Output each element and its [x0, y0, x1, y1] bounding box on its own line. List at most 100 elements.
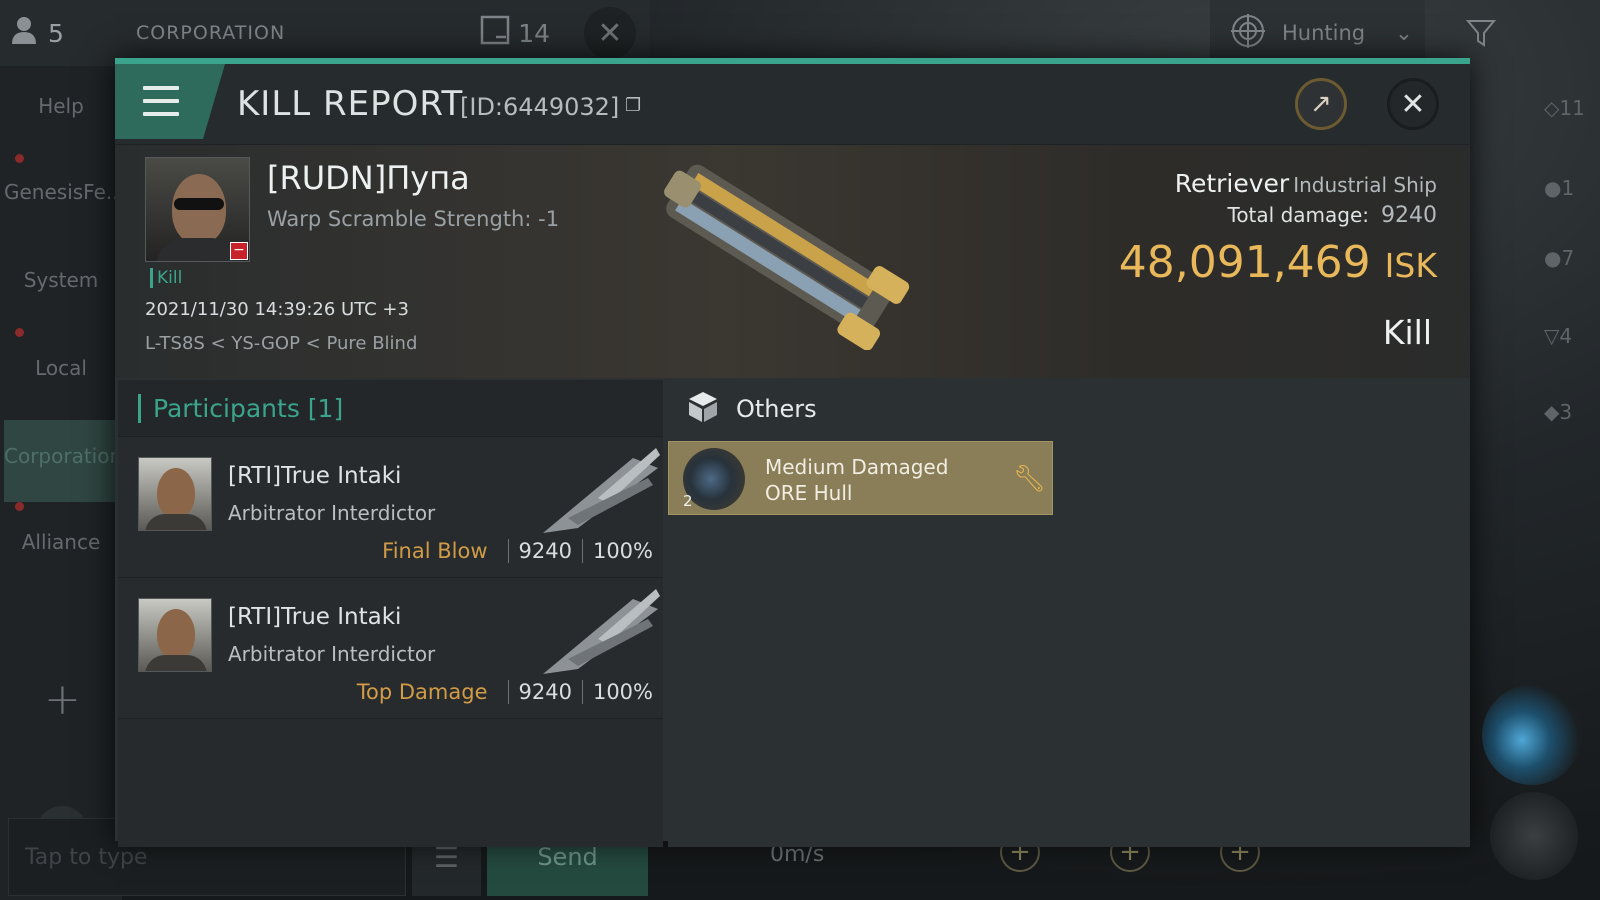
divider	[507, 680, 509, 704]
participants-title: Participants [1]	[138, 393, 343, 423]
status-counter[interactable]: ●7	[1544, 246, 1574, 270]
member-count-value: 5	[48, 18, 64, 48]
sidebar-item-genesis[interactable]: GenesisFe...	[0, 180, 125, 204]
hunting-label: Hunting	[1282, 21, 1366, 45]
participant-row[interactable]: [RTI]True Intaki Arbitrator Interdictor …	[118, 437, 663, 578]
external-link-icon: ↗	[1310, 89, 1332, 119]
participant-stats: Final Blow 9240 100%	[382, 539, 653, 563]
final-blow-tag: Final Blow	[382, 539, 488, 563]
item-name-line2: ORE Hull	[765, 481, 853, 505]
message-counter[interactable]: 14	[480, 15, 550, 51]
participant-stats: Top Damage 9240 100%	[357, 680, 653, 704]
status-badge: −	[230, 242, 248, 260]
sidebar-item-corporation[interactable]: Corporation	[0, 444, 122, 468]
kill-timestamp: 2021/11/30 14:39:26 UTC +3	[145, 299, 409, 320]
cargo-box-icon	[686, 390, 720, 428]
message-count-value: 14	[518, 18, 550, 48]
others-panel: Others 2 Medium Damaged ORE Hull 🔧︎	[668, 380, 1470, 847]
ship-status-icon: ●	[1544, 246, 1562, 270]
copy-icon[interactable]: ❐	[625, 95, 641, 116]
chat-window-icon	[480, 15, 510, 51]
corporation-tab[interactable]: CORPORATION	[122, 22, 480, 44]
isk-amount: 48,091,469	[1118, 237, 1371, 288]
victim-portrait[interactable]: −	[145, 157, 250, 262]
status-counter[interactable]: ◇11	[1544, 96, 1585, 120]
top-bar: 5 CORPORATION 14 ✕	[0, 0, 650, 66]
sidebar-item-local[interactable]: Local	[0, 356, 122, 380]
total-damage: Total damage: 9240	[1228, 203, 1438, 228]
filter-icon[interactable]	[1465, 18, 1497, 55]
close-icon: ✕	[1400, 86, 1426, 122]
status-counter[interactable]: ▽4	[1544, 324, 1572, 348]
hunting-dropdown[interactable]: Hunting ⌄	[1210, 0, 1425, 66]
wrench-icon: 🔧︎	[1013, 464, 1047, 494]
participant-percent: 100%	[592, 680, 653, 704]
others-title: Others	[736, 394, 817, 423]
victim-ship-image	[664, 164, 910, 350]
participant-portrait[interactable]	[138, 457, 212, 531]
victim-name: [RUDN]Пупа	[267, 159, 470, 197]
sidebar-item-system[interactable]: System	[0, 268, 122, 292]
kill-tag: Kill	[150, 268, 182, 288]
status-counter[interactable]: ●1	[1544, 176, 1574, 200]
top-damage-tag: Top Damage	[356, 680, 488, 704]
participant-portrait[interactable]	[138, 598, 212, 672]
unread-dot	[15, 328, 24, 337]
warp-strength: Warp Scramble Strength: -1	[267, 207, 560, 231]
unread-dot	[15, 502, 24, 511]
hamburger-icon	[143, 86, 179, 116]
divider	[507, 539, 509, 563]
kill-report-header: KILL REPORT [ID:6449032] ❐ ↗ ✕	[115, 64, 1470, 145]
add-channel-icon[interactable]: +	[44, 674, 81, 725]
person-icon	[12, 16, 36, 50]
result-label: Kill	[1382, 313, 1432, 352]
participant-name: [RTI]True Intaki	[228, 463, 402, 489]
participant-name: [RTI]True Intaki	[228, 604, 402, 630]
divider	[581, 539, 583, 563]
participant-ship: Arbitrator Interdictor	[228, 642, 436, 666]
page-title: KILL REPORT	[237, 84, 464, 124]
item-name-line1: Medium Damaged	[765, 455, 949, 479]
close-icon: ✕	[597, 15, 623, 51]
ship-status-icon: ●	[1544, 176, 1562, 200]
participant-percent: 100%	[592, 539, 653, 563]
dropped-item[interactable]: 2 Medium Damaged ORE Hull 🔧︎	[668, 441, 1053, 515]
status-counter[interactable]: ◆3	[1544, 400, 1572, 424]
participant-ship-image	[543, 448, 660, 533]
item-name: Medium Damaged ORE Hull	[765, 454, 995, 506]
member-count[interactable]: 5	[0, 0, 122, 66]
isk-unit: ISK	[1384, 246, 1437, 285]
close-chat-button[interactable]: ✕	[584, 7, 636, 59]
sidebar-item-alliance[interactable]: Alliance	[0, 530, 122, 554]
ship-name: Retriever	[1174, 169, 1290, 198]
ship-status-icon: ▽	[1544, 324, 1560, 348]
participant-damage: 9240	[518, 539, 572, 563]
participant-ship-image	[543, 589, 660, 674]
victim-section: − [RUDN]Пупа Warp Scramble Strength: -1 …	[115, 145, 1470, 378]
ship-type: Industrial Ship	[1293, 173, 1437, 197]
item-quantity: 2	[683, 492, 693, 510]
total-damage-label: Total damage:	[1227, 203, 1370, 227]
ship-status-icon: ◆	[1544, 400, 1560, 424]
crosshair-icon	[1230, 13, 1266, 54]
unread-dot	[15, 154, 24, 163]
kill-location[interactable]: L-TS8S < YS-GOP < Pure Blind	[145, 333, 417, 354]
weapon-module-icon[interactable]	[1482, 685, 1582, 785]
participant-damage: 9240	[518, 680, 572, 704]
chevron-down-icon: ⌄	[1395, 21, 1413, 45]
sidebar-item-help[interactable]: Help	[0, 94, 122, 118]
divider	[581, 680, 583, 704]
participant-row[interactable]: [RTI]True Intaki Arbitrator Interdictor …	[118, 578, 663, 719]
isk-value: 48,091,469 ISK	[1119, 237, 1437, 288]
others-header: Others	[668, 380, 1470, 437]
chat-sidebar: Help GenesisFe... System Local Corporati…	[0, 66, 125, 900]
participant-ship: Arbitrator Interdictor	[228, 501, 436, 525]
participants-header: Participants [1]	[118, 380, 663, 437]
participants-panel: Participants [1] [RTI]True Intaki Arbitr…	[118, 380, 663, 847]
ship-title: Retriever Industrial Ship	[1175, 169, 1437, 198]
ship-status-icon: ◇	[1544, 96, 1560, 120]
share-button[interactable]: ↗	[1295, 78, 1347, 130]
close-button[interactable]: ✕	[1387, 78, 1439, 130]
menu-button[interactable]	[115, 64, 225, 139]
drone-module-icon[interactable]	[1490, 792, 1578, 880]
